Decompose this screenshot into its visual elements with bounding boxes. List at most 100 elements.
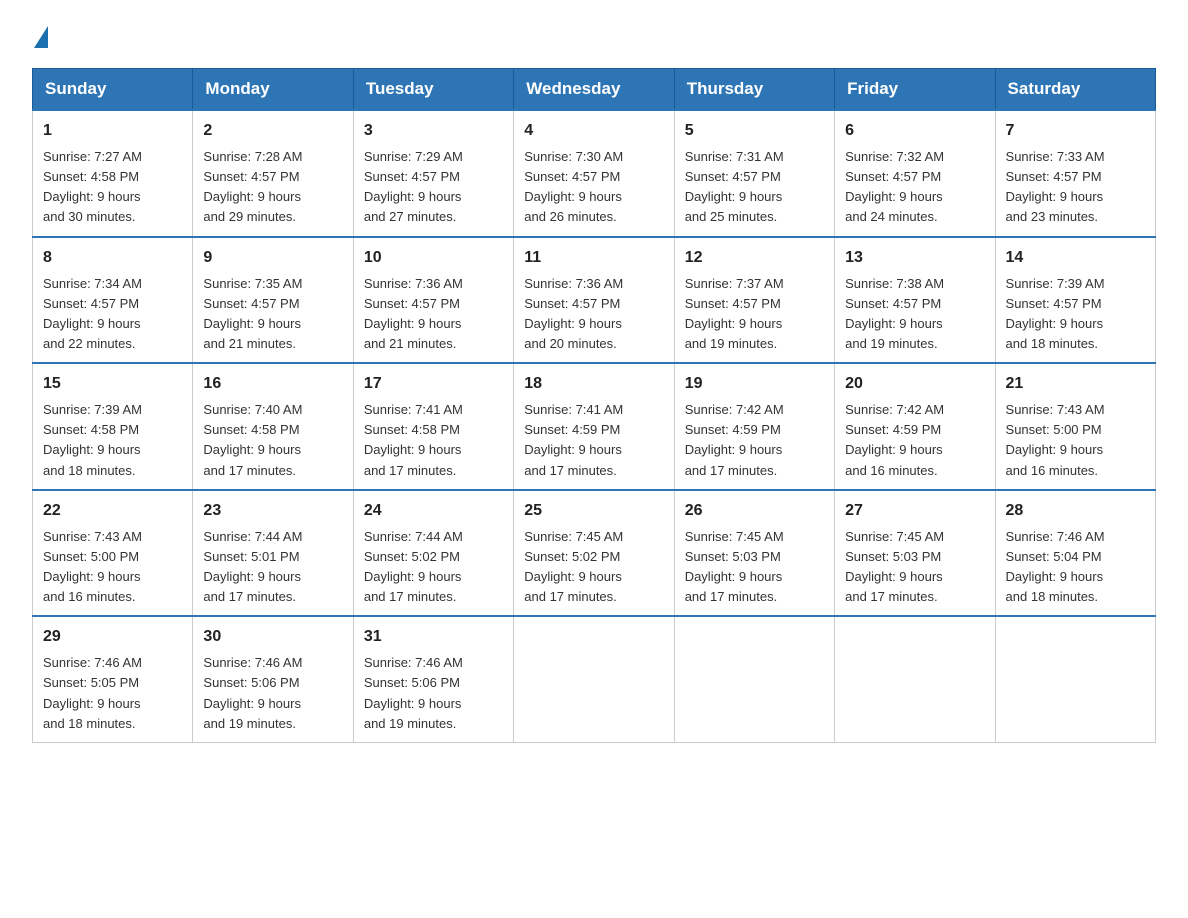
calendar-cell: 30 Sunrise: 7:46 AMSunset: 5:06 PMDayligh… (193, 616, 353, 742)
calendar-cell: 16 Sunrise: 7:40 AMSunset: 4:58 PMDayligh… (193, 363, 353, 490)
day-info: Sunrise: 7:42 AMSunset: 4:59 PMDaylight:… (685, 400, 824, 481)
day-number: 21 (1006, 372, 1145, 396)
day-info: Sunrise: 7:41 AMSunset: 4:59 PMDaylight:… (524, 400, 663, 481)
day-number: 15 (43, 372, 182, 396)
calendar-cell: 2Sunrise: 7:28 AMSunset: 4:57 PMDaylight… (193, 110, 353, 237)
day-info: Sunrise: 7:42 AMSunset: 4:59 PMDaylight:… (845, 400, 984, 481)
calendar-table: SundayMondayTuesdayWednesdayThursdayFrid… (32, 68, 1156, 743)
calendar-header-monday: Monday (193, 69, 353, 111)
calendar-cell: 23Sunrise: 7:44 AMSunset: 5:01 PMDayligh… (193, 490, 353, 617)
day-number: 31 (364, 625, 503, 649)
day-number: 30 (203, 625, 342, 649)
calendar-cell: 15 Sunrise: 7:39 AMSunset: 4:58 PMDayligh… (33, 363, 193, 490)
day-info: Sunrise: 7:43 AMSunset: 5:00 PMDaylight:… (1006, 400, 1145, 481)
day-number: 28 (1006, 499, 1145, 523)
day-info: Sunrise: 7:45 AMSunset: 5:03 PMDaylight:… (845, 527, 984, 608)
calendar-cell: 4Sunrise: 7:30 AMSunset: 4:57 PMDaylight… (514, 110, 674, 237)
calendar-cell: 24 Sunrise: 7:44 AMSunset: 5:02 PMDayligh… (353, 490, 513, 617)
day-number: 20 (845, 372, 984, 396)
day-number: 5 (685, 119, 824, 143)
day-info: Sunrise: 7:38 AMSunset: 4:57 PMDaylight:… (845, 274, 984, 355)
day-number: 29 (43, 625, 182, 649)
day-info: Sunrise: 7:37 AMSunset: 4:57 PMDaylight:… (685, 274, 824, 355)
calendar-cell: 17 Sunrise: 7:41 AMSunset: 4:58 PMDayligh… (353, 363, 513, 490)
day-info: Sunrise: 7:39 AMSunset: 4:58 PMDaylight:… (43, 400, 182, 481)
day-number: 4 (524, 119, 663, 143)
day-number: 8 (43, 246, 182, 270)
day-info: Sunrise: 7:40 AMSunset: 4:58 PMDaylight:… (203, 400, 342, 481)
day-number: 12 (685, 246, 824, 270)
calendar-week-row-3: 15 Sunrise: 7:39 AMSunset: 4:58 PMDayligh… (33, 363, 1156, 490)
calendar-cell: 13 Sunrise: 7:38 AMSunset: 4:57 PMDayligh… (835, 237, 995, 364)
day-number: 17 (364, 372, 503, 396)
day-number: 18 (524, 372, 663, 396)
calendar-cell: 29 Sunrise: 7:46 AMSunset: 5:05 PMDayligh… (33, 616, 193, 742)
calendar-cell: 25Sunrise: 7:45 AMSunset: 5:02 PMDayligh… (514, 490, 674, 617)
day-number: 23 (203, 499, 342, 523)
calendar-header-row: SundayMondayTuesdayWednesdayThursdayFrid… (33, 69, 1156, 111)
calendar-cell: 27 Sunrise: 7:45 AMSunset: 5:03 PMDayligh… (835, 490, 995, 617)
calendar-cell: 18 Sunrise: 7:41 AMSunset: 4:59 PMDayligh… (514, 363, 674, 490)
day-info: Sunrise: 7:34 AMSunset: 4:57 PMDaylight:… (43, 274, 182, 355)
day-info: Sunrise: 7:43 AMSunset: 5:00 PMDaylight:… (43, 527, 182, 608)
day-number: 10 (364, 246, 503, 270)
calendar-cell: 31 Sunrise: 7:46 AMSunset: 5:06 PMDayligh… (353, 616, 513, 742)
calendar-cell: 20 Sunrise: 7:42 AMSunset: 4:59 PMDayligh… (835, 363, 995, 490)
calendar-cell (514, 616, 674, 742)
calendar-cell (995, 616, 1155, 742)
calendar-header-friday: Friday (835, 69, 995, 111)
calendar-week-row-1: 1 Sunrise: 7:27 AMSunset: 4:58 PMDaylight… (33, 110, 1156, 237)
day-number: 9 (203, 246, 342, 270)
day-number: 14 (1006, 246, 1145, 270)
calendar-cell: 6 Sunrise: 7:32 AMSunset: 4:57 PMDaylight… (835, 110, 995, 237)
calendar-cell: 5 Sunrise: 7:31 AMSunset: 4:57 PMDaylight… (674, 110, 834, 237)
day-number: 1 (43, 119, 182, 143)
calendar-cell: 3 Sunrise: 7:29 AMSunset: 4:57 PMDaylight… (353, 110, 513, 237)
day-info: Sunrise: 7:36 AMSunset: 4:57 PMDaylight:… (524, 274, 663, 355)
day-info: Sunrise: 7:27 AMSunset: 4:58 PMDaylight:… (43, 147, 182, 228)
calendar-header-tuesday: Tuesday (353, 69, 513, 111)
calendar-week-row-4: 22Sunrise: 7:43 AMSunset: 5:00 PMDayligh… (33, 490, 1156, 617)
day-number: 16 (203, 372, 342, 396)
day-number: 6 (845, 119, 984, 143)
day-info: Sunrise: 7:46 AMSunset: 5:06 PMDaylight:… (203, 653, 342, 734)
logo-triangle-icon (34, 26, 48, 48)
logo (32, 24, 48, 48)
day-info: Sunrise: 7:46 AMSunset: 5:06 PMDaylight:… (364, 653, 503, 734)
day-info: Sunrise: 7:28 AMSunset: 4:57 PMDaylight:… (203, 147, 342, 228)
calendar-cell: 28 Sunrise: 7:46 AMSunset: 5:04 PMDayligh… (995, 490, 1155, 617)
page-header (32, 24, 1156, 48)
day-info: Sunrise: 7:46 AMSunset: 5:05 PMDaylight:… (43, 653, 182, 734)
calendar-header-thursday: Thursday (674, 69, 834, 111)
calendar-cell: 10 Sunrise: 7:36 AMSunset: 4:57 PMDayligh… (353, 237, 513, 364)
day-number: 27 (845, 499, 984, 523)
calendar-cell: 1 Sunrise: 7:27 AMSunset: 4:58 PMDaylight… (33, 110, 193, 237)
calendar-cell: 11 Sunrise: 7:36 AMSunset: 4:57 PMDayligh… (514, 237, 674, 364)
day-number: 26 (685, 499, 824, 523)
day-info: Sunrise: 7:44 AMSunset: 5:02 PMDaylight:… (364, 527, 503, 608)
calendar-cell: 22Sunrise: 7:43 AMSunset: 5:00 PMDayligh… (33, 490, 193, 617)
day-info: Sunrise: 7:36 AMSunset: 4:57 PMDaylight:… (364, 274, 503, 355)
day-number: 3 (364, 119, 503, 143)
day-info: Sunrise: 7:39 AMSunset: 4:57 PMDaylight:… (1006, 274, 1145, 355)
day-info: Sunrise: 7:31 AMSunset: 4:57 PMDaylight:… (685, 147, 824, 228)
calendar-cell: 7Sunrise: 7:33 AMSunset: 4:57 PMDaylight… (995, 110, 1155, 237)
calendar-week-row-5: 29 Sunrise: 7:46 AMSunset: 5:05 PMDayligh… (33, 616, 1156, 742)
day-info: Sunrise: 7:46 AMSunset: 5:04 PMDaylight:… (1006, 527, 1145, 608)
day-info: Sunrise: 7:29 AMSunset: 4:57 PMDaylight:… (364, 147, 503, 228)
calendar-cell: 8 Sunrise: 7:34 AMSunset: 4:57 PMDaylight… (33, 237, 193, 364)
calendar-cell: 19Sunrise: 7:42 AMSunset: 4:59 PMDayligh… (674, 363, 834, 490)
calendar-cell: 12 Sunrise: 7:37 AMSunset: 4:57 PMDayligh… (674, 237, 834, 364)
day-info: Sunrise: 7:33 AMSunset: 4:57 PMDaylight:… (1006, 147, 1145, 228)
calendar-cell: 26Sunrise: 7:45 AMSunset: 5:03 PMDayligh… (674, 490, 834, 617)
day-info: Sunrise: 7:32 AMSunset: 4:57 PMDaylight:… (845, 147, 984, 228)
day-number: 11 (524, 246, 663, 270)
day-info: Sunrise: 7:35 AMSunset: 4:57 PMDaylight:… (203, 274, 342, 355)
calendar-cell: 14 Sunrise: 7:39 AMSunset: 4:57 PMDayligh… (995, 237, 1155, 364)
day-number: 13 (845, 246, 984, 270)
day-info: Sunrise: 7:41 AMSunset: 4:58 PMDaylight:… (364, 400, 503, 481)
calendar-week-row-2: 8 Sunrise: 7:34 AMSunset: 4:57 PMDaylight… (33, 237, 1156, 364)
calendar-header-wednesday: Wednesday (514, 69, 674, 111)
day-number: 24 (364, 499, 503, 523)
calendar-cell (835, 616, 995, 742)
